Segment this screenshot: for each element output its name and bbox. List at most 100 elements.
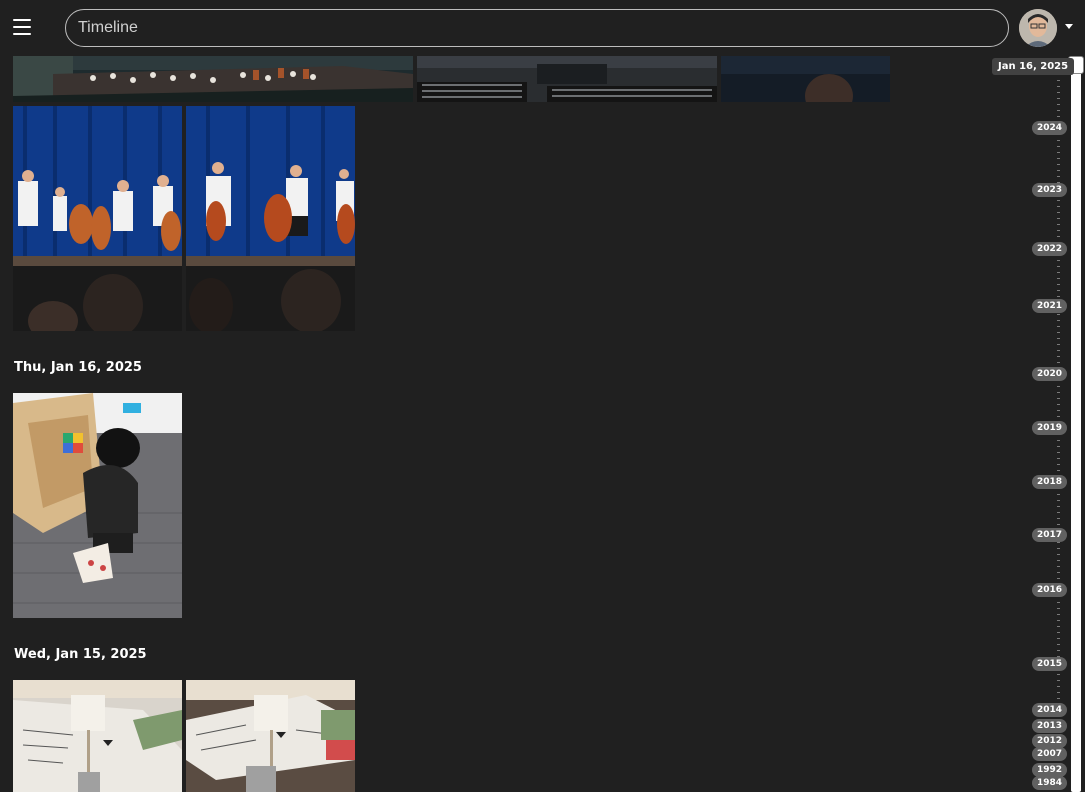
scrubber-tick [1057,560,1060,561]
scrubber-tick [1057,266,1060,267]
scrubber-tick [1057,116,1060,117]
scrubber-tick [1057,512,1060,513]
year-marker-2007[interactable]: 2007 [1032,747,1068,761]
scrubber-tick [1057,296,1060,297]
scrubber-tick [1057,680,1060,681]
year-marker-2016[interactable]: 2016 [1032,583,1068,597]
scrubber-tick [1057,644,1060,645]
scrubber-tick [1057,140,1060,141]
scrubber-tick [1057,212,1060,213]
photo-thumbnail[interactable] [721,56,890,102]
year-marker-2015[interactable]: 2015 [1032,657,1068,671]
year-marker-2014[interactable]: 2014 [1032,703,1068,717]
scrubber-tick [1057,470,1060,471]
caret-down-icon[interactable] [1065,24,1073,29]
scrubber-tick [1057,446,1060,447]
scrubber-tick [1057,464,1060,465]
year-marker-2020[interactable]: 2020 [1032,367,1068,381]
scrubber-tick [1057,578,1060,579]
scrubber-tick [1057,626,1060,627]
photo-thumbnail[interactable] [417,56,717,102]
photo-thumbnail[interactable] [13,106,182,331]
scrubber-tick [1057,206,1060,207]
scrubber-tick [1057,614,1060,615]
year-marker-2012[interactable]: 2012 [1032,734,1068,748]
scrubber-tick [1057,290,1060,291]
scrubber-tick [1057,608,1060,609]
scrubber-tick [1057,110,1060,111]
scrubber-tick [1057,674,1060,675]
user-avatar[interactable] [1019,9,1057,47]
scrubber-tick [1057,272,1060,273]
scrubber-tick [1057,620,1060,621]
hamburger-menu-icon[interactable] [13,19,31,35]
scrubber-tick [1057,200,1060,201]
scrubber-tick [1057,386,1060,387]
scrubber-tick [1057,404,1060,405]
scrubber-tick [1057,260,1060,261]
scrubber-tick [1057,452,1060,453]
scrubber-tick [1057,236,1060,237]
scrubber-tick [1057,152,1060,153]
scrubber-tick [1057,350,1060,351]
scrubber-tick [1057,458,1060,459]
photo-thumbnail[interactable] [13,56,413,102]
scrubber-tick [1057,80,1060,81]
photo-thumbnail[interactable] [13,393,182,618]
scrubber-tick [1057,158,1060,159]
scrubber-tick [1057,506,1060,507]
scrubber-tick [1057,92,1060,93]
scrubber-tick [1057,632,1060,633]
scrubber-tick [1057,518,1060,519]
scrubber-tick [1057,98,1060,99]
scrubber-tick [1057,524,1060,525]
year-marker-2018[interactable]: 2018 [1032,475,1068,489]
current-date-indicator: Jan 16, 2025 [992,58,1075,75]
scrubber-tick [1057,548,1060,549]
date-heading: Thu, Jan 16, 2025 [14,360,142,375]
year-marker-2023[interactable]: 2023 [1032,183,1068,197]
scrubber-tick [1057,686,1060,687]
year-marker-2022[interactable]: 2022 [1032,242,1068,256]
scrubber-tick [1057,164,1060,165]
scrubber-tick [1057,416,1060,417]
scrubber-track[interactable] [1071,56,1081,792]
photo-thumbnail[interactable] [13,680,182,792]
scrubber-tick [1057,362,1060,363]
scrubber-tick [1057,494,1060,495]
search-box[interactable] [65,9,1009,47]
search-input[interactable] [78,10,978,46]
scrubber-tick [1057,356,1060,357]
scrubber-tick [1057,410,1060,411]
scrubber-tick [1057,572,1060,573]
scrubber-tick [1057,326,1060,327]
scrubber-tick [1057,176,1060,177]
scrubber-tick [1057,344,1060,345]
top-bar [0,0,1085,56]
scrubber-tick [1057,542,1060,543]
scrubber-tick [1057,86,1060,87]
scrubber-tick [1057,638,1060,639]
year-marker-2021[interactable]: 2021 [1032,299,1068,313]
year-marker-2017[interactable]: 2017 [1032,528,1068,542]
scrubber-tick [1057,230,1060,231]
photo-thumbnail[interactable] [186,680,355,792]
year-marker-2013[interactable]: 2013 [1032,719,1068,733]
scrubber-tick [1057,398,1060,399]
year-marker-2024[interactable]: 2024 [1032,121,1068,135]
photo-thumbnail[interactable] [186,106,355,331]
scrubber-tick [1057,392,1060,393]
scrubber-tick [1057,440,1060,441]
scrubber-tick [1057,320,1060,321]
scrubber-tick [1057,284,1060,285]
year-marker-1984[interactable]: 1984 [1032,776,1068,790]
scrubber-tick [1057,278,1060,279]
year-marker-1992[interactable]: 1992 [1032,763,1068,777]
scrubber-tick [1057,146,1060,147]
scrubber-tick [1057,692,1060,693]
scrubber-tick [1057,566,1060,567]
scrubber-tick [1057,500,1060,501]
year-marker-2019[interactable]: 2019 [1032,421,1068,435]
scrubber-tick [1057,338,1060,339]
scrubber-tick [1057,218,1060,219]
